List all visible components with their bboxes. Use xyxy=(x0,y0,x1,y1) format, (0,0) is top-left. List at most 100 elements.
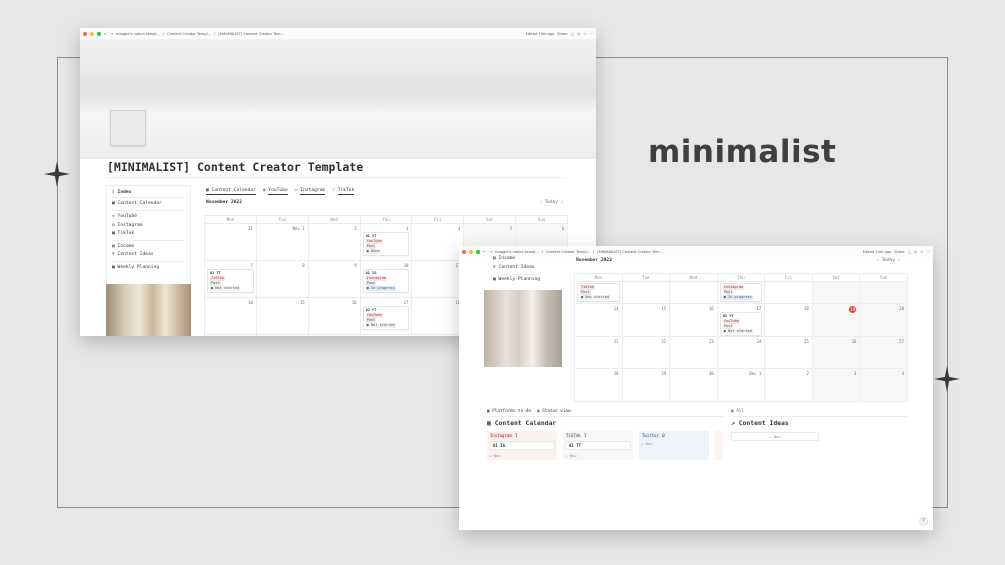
index-item-content-ideas[interactable]: ♀ Content Ideas xyxy=(112,251,185,259)
new-card-button[interactable]: + New xyxy=(489,453,555,458)
forward-arrow-icon[interactable]: → xyxy=(110,32,113,36)
index-item-content-calendar[interactable]: ▦ Content Calendar xyxy=(112,200,185,208)
breadcrumb-workspace[interactable]: maggie's notion templ... xyxy=(495,250,539,254)
calendar-card[interactable]: 01 IG Instagram Post ● In progress xyxy=(362,269,410,293)
calendar-cell[interactable]: 28 xyxy=(575,369,623,402)
index-item-youtube[interactable]: ▭ YouTube xyxy=(112,213,185,221)
back-arrow-icon[interactable]: ← xyxy=(483,250,486,254)
today-nav[interactable]: ‹ Today › xyxy=(540,200,563,205)
calendar-cell[interactable]: 21 xyxy=(575,336,623,369)
calendar-cell[interactable]: 15 xyxy=(256,298,309,335)
calendar-cell[interactable]: 17 02 YT YouTube Post ● Not started xyxy=(360,298,413,335)
index-item-weekly-planning[interactable]: ▦ Weekly Planning xyxy=(112,264,185,272)
calendar-cell[interactable]: 2 xyxy=(765,369,813,402)
calendar-cell[interactable] xyxy=(812,282,861,304)
tab-instagram[interactable]: ▭ Instagram xyxy=(295,188,326,195)
calendar-cell[interactable]: TikTok Post ● Not started xyxy=(575,282,623,304)
calendar-cell[interactable]: 18 xyxy=(412,298,465,335)
calendar-cell[interactable] xyxy=(860,282,908,304)
calendar-cell[interactable]: 16 xyxy=(670,304,718,337)
calendar-cell[interactable]: 25 xyxy=(765,336,813,369)
tab-tiktok[interactable]: ♪ TikTok xyxy=(332,188,355,195)
calendar-cell[interactable]: Instagram Post ● In progress xyxy=(717,282,766,304)
calendar-cell[interactable]: 7 01 TT TikTok Post ● Not started xyxy=(205,261,257,298)
board-card[interactable]: 01 TT xyxy=(565,441,631,450)
calendar-cell[interactable]: 17 02 YT YouTube Post ● Not started xyxy=(717,304,766,337)
breadcrumb-page[interactable]: Content Creator Templ... xyxy=(546,250,590,254)
calendar-cell[interactable]: 29 xyxy=(622,369,671,402)
new-idea-button[interactable]: + New xyxy=(731,432,819,441)
calendar-cell[interactable] xyxy=(765,282,813,304)
calendar-cell[interactable]: 30 xyxy=(670,369,718,402)
tab-youtube[interactable]: ◉ YouTube xyxy=(263,188,288,195)
calendar-card[interactable]: 01 YT YouTube Post ● Done xyxy=(362,232,410,256)
index-item-content-ideas[interactable]: ♀ Content Ideas xyxy=(493,264,540,273)
new-card-button[interactable]: + New xyxy=(641,441,707,446)
new-card-button[interactable]: + New xyxy=(565,453,631,458)
calendar-cell[interactable]: 18 xyxy=(765,304,813,337)
star-icon[interactable]: ☆ xyxy=(583,32,586,36)
tab-platforms-todo[interactable]: ▦ Platforms to-do xyxy=(487,409,531,414)
calendar-cell[interactable]: 23 xyxy=(670,336,718,369)
close-dot[interactable] xyxy=(83,31,87,36)
calendar-cell[interactable]: 23 xyxy=(309,335,361,336)
calendar-card[interactable]: Instagram Post ● In progress xyxy=(719,283,763,302)
calendar-cell[interactable]: 14 xyxy=(205,298,257,335)
index-item-tiktok[interactable]: ▦ TikTok xyxy=(112,230,185,238)
calendar-cell[interactable]: 2 xyxy=(308,224,361,261)
calendar-cell[interactable] xyxy=(622,282,671,304)
calendar-cell[interactable]: 22 xyxy=(622,336,671,369)
calendar-cell[interactable]: 8 xyxy=(256,261,309,298)
index-item-instagram[interactable]: ◎ Instagram xyxy=(112,222,185,230)
calendar-cell[interactable]: 3 01 YT YouTube Post ● Done xyxy=(360,224,413,261)
breadcrumb-page[interactable]: Content Creator Templ... xyxy=(167,32,211,36)
minimize-dot[interactable] xyxy=(90,31,94,36)
calendar-cell[interactable]: 3 xyxy=(812,369,861,402)
calendar-cell[interactable]: 24 xyxy=(717,336,766,369)
calendar-cell[interactable]: 4 xyxy=(860,369,908,402)
index-item-income[interactable]: ▤ Income xyxy=(493,255,540,264)
calendar-cell[interactable] xyxy=(670,282,718,304)
calendar-cell[interactable]: 21 xyxy=(205,335,257,336)
breadcrumb-current[interactable]: [MINIMALIST] Content Creator Tem... xyxy=(597,250,663,254)
calendar-cell-today[interactable]: 19 xyxy=(812,304,861,337)
back-arrow-icon[interactable]: ← xyxy=(104,32,107,36)
calendar-cell[interactable]: 9 xyxy=(308,261,361,298)
comment-icon[interactable]: ▢ xyxy=(571,32,574,36)
zoom-dot[interactable] xyxy=(97,31,101,36)
calendar-cell[interactable]: 15 xyxy=(622,304,671,337)
today-nav[interactable]: ‹ Today › xyxy=(877,258,900,263)
calendar-cell[interactable]: 11 xyxy=(412,261,465,298)
calendar-cell[interactable]: 26 xyxy=(812,336,861,369)
calendar-card[interactable]: 02 YT YouTube Post ● Not started xyxy=(719,312,763,336)
calendar-cell[interactable]: 24 xyxy=(361,335,413,336)
calendar-cell[interactable]: Nov 1 xyxy=(256,224,309,261)
calendar-cell[interactable]: Dec 1 xyxy=(717,369,766,402)
comment-icon[interactable]: ▢ xyxy=(908,250,911,254)
board-card[interactable]: 01 IG xyxy=(489,441,555,450)
calendar-cell[interactable]: 31 xyxy=(205,224,257,261)
share-button[interactable]: Share xyxy=(894,250,904,254)
more-button[interactable]: ⋯ xyxy=(589,32,593,36)
forward-arrow-icon[interactable]: → xyxy=(489,250,492,254)
calendar-card[interactable]: 01 TT TikTok Post ● Not started xyxy=(207,269,254,293)
calendar-cell[interactable]: 22 xyxy=(257,335,309,336)
clock-icon[interactable]: ◷ xyxy=(577,32,580,36)
minimize-dot[interactable] xyxy=(469,249,473,254)
help-button[interactable]: ? xyxy=(919,517,928,526)
star-icon[interactable]: ☆ xyxy=(920,250,923,254)
more-button[interactable]: ⋯ xyxy=(926,250,930,254)
tab-status-view[interactable]: ▦ Status view xyxy=(537,409,571,414)
calendar-cell[interactable]: 20 xyxy=(860,304,908,337)
zoom-dot[interactable] xyxy=(476,249,480,254)
close-dot[interactable] xyxy=(462,249,466,254)
calendar-card[interactable]: TikTok Post ● Not started xyxy=(577,283,620,302)
breadcrumb-current[interactable]: [MINIMALIST] Content Creator Tem... xyxy=(218,32,284,36)
page-icon[interactable] xyxy=(110,110,146,146)
calendar-cell[interactable]: 27 xyxy=(860,336,908,369)
tab-content-calendar[interactable]: ▦ Content Calendar xyxy=(206,188,256,195)
calendar-cell[interactable]: 16 xyxy=(308,298,361,335)
index-item-weekly-planning[interactable]: ▦ Weekly Planning xyxy=(493,274,541,285)
calendar-cell[interactable]: 10 01 IG Instagram Post ● In progress xyxy=(360,261,413,298)
calendar-cell[interactable]: 4 xyxy=(412,224,465,261)
